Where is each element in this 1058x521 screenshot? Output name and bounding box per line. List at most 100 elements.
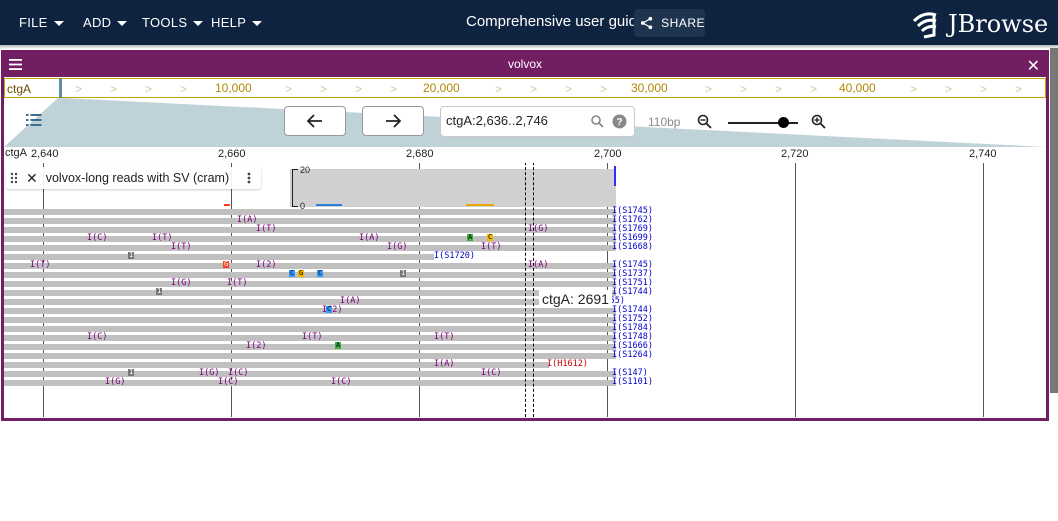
coverage-axis-tick bbox=[292, 206, 298, 207]
view-header: volvox ✕ bbox=[4, 53, 1046, 77]
zoom-in-icon[interactable] bbox=[811, 114, 826, 129]
ruler[interactable]: 2,640 2,660 2,680 2,700 2,720 2,740 ctgA bbox=[4, 147, 1046, 163]
insertion-label: I(A) bbox=[528, 260, 549, 270]
chevron-right-icon: > bbox=[355, 82, 363, 96]
deletion-marker: 1 bbox=[128, 251, 135, 259]
deletion-marker: 1 bbox=[156, 287, 163, 295]
logo-text: JBrowse bbox=[948, 10, 1049, 38]
softclip-label: I(S1668) bbox=[612, 242, 653, 252]
insertion-label: I(T) bbox=[302, 332, 323, 342]
view-name[interactable]: volvox bbox=[4, 57, 1046, 71]
file-menu-label: FILE bbox=[19, 15, 48, 30]
ruler-tick-label: 2,700 bbox=[594, 148, 622, 160]
coverage-axis-tick bbox=[292, 169, 298, 170]
zoom-slider-thumb[interactable] bbox=[778, 117, 789, 128]
mismatch-base: G bbox=[298, 269, 305, 277]
location-search-box[interactable]: ? bbox=[440, 106, 635, 137]
deletion-marker: 1 bbox=[400, 269, 407, 277]
insertion-label: I(C) bbox=[87, 233, 108, 243]
deletion-marker: 1 bbox=[128, 368, 135, 376]
chevron-right-icon: > bbox=[980, 82, 988, 96]
insertion-label: I(T) bbox=[227, 278, 248, 288]
chevron-right-icon: > bbox=[945, 82, 953, 96]
location-input[interactable] bbox=[446, 113, 586, 128]
arrow-right-icon bbox=[386, 114, 401, 128]
crosshair-coordinate: ctgA: 2691 bbox=[539, 290, 612, 308]
mismatch-base: C bbox=[317, 269, 324, 277]
track-selector-icon[interactable] bbox=[26, 113, 42, 129]
share-label: SHARE bbox=[661, 16, 705, 30]
track-label[interactable]: ✕ volvox-long reads with SV (cram) bbox=[6, 167, 261, 189]
pan-left-button[interactable] bbox=[284, 106, 346, 136]
insertion-label: I(2) bbox=[256, 260, 277, 270]
overview-tick: 10,000 bbox=[215, 81, 252, 95]
chevron-right-icon: > bbox=[600, 82, 608, 96]
arrow-left-icon bbox=[307, 114, 322, 128]
close-view-icon[interactable]: ✕ bbox=[1027, 56, 1040, 76]
chevron-right-icon: > bbox=[775, 82, 783, 96]
hardclip-label: I(H1612) bbox=[547, 359, 588, 369]
chevron-down-icon bbox=[117, 20, 128, 26]
ruler-ref-name: ctgA bbox=[5, 147, 28, 159]
mismatch-base: A bbox=[335, 341, 342, 349]
share-button[interactable]: SHARE bbox=[634, 9, 705, 37]
share-icon bbox=[640, 16, 653, 30]
close-track-icon[interactable]: ✕ bbox=[26, 170, 38, 187]
add-menu-label: ADD bbox=[83, 15, 112, 30]
mismatch-base: C bbox=[326, 305, 333, 313]
help-menu[interactable]: HELP bbox=[211, 0, 263, 45]
insertion-label: I(A) bbox=[434, 359, 455, 369]
file-menu[interactable]: FILE bbox=[19, 0, 64, 45]
insertion-label: I(G) bbox=[105, 377, 126, 387]
add-menu[interactable]: ADD bbox=[83, 0, 128, 45]
tools-menu[interactable]: TOOLS bbox=[142, 0, 204, 45]
help-icon[interactable]: ? bbox=[612, 114, 627, 129]
read[interactable] bbox=[4, 299, 584, 305]
chevron-right-icon: > bbox=[495, 82, 503, 96]
logo-icon bbox=[912, 12, 937, 39]
overview-tick: 30,000 bbox=[631, 81, 668, 95]
softclip-label: I(S1720) bbox=[434, 251, 475, 261]
zoom-out-icon[interactable] bbox=[697, 114, 712, 129]
mismatch-base: C bbox=[289, 269, 296, 277]
ruler-tick-label: 2,740 bbox=[969, 148, 997, 160]
chevron-right-icon: > bbox=[75, 82, 83, 96]
ruler-tick-label: 2,720 bbox=[781, 148, 809, 160]
ruler-tick-label: 2,680 bbox=[406, 148, 434, 160]
chevron-right-icon: > bbox=[705, 82, 713, 96]
softclip-label: I(S1264) bbox=[612, 350, 653, 360]
jbrowse-logo: JBrowse bbox=[910, 8, 1048, 40]
coverage-histogram[interactable] bbox=[290, 169, 616, 207]
insertion-label: I(G) bbox=[387, 242, 408, 252]
insertion-label: I(A) bbox=[359, 233, 380, 243]
linear-genome-view: volvox ✕ ctgA > > > > 10,000 > > > > 20,… bbox=[1, 50, 1049, 421]
track-menu-icon[interactable] bbox=[247, 172, 251, 184]
track-name: volvox-long reads with SV (cram) bbox=[45, 171, 230, 185]
insertion-label: I(C) bbox=[331, 377, 352, 387]
grid-line bbox=[983, 163, 984, 417]
softclip-label: I(S1101) bbox=[612, 377, 653, 387]
ruler-tick-label: 2,660 bbox=[218, 148, 246, 160]
grid-line bbox=[795, 163, 796, 417]
search-icon[interactable] bbox=[591, 115, 604, 128]
session-title[interactable]: Comprehensive user guide bbox=[466, 13, 645, 30]
chevron-right-icon: > bbox=[910, 82, 918, 96]
chevron-right-icon: > bbox=[320, 82, 328, 96]
read[interactable] bbox=[4, 254, 434, 260]
read[interactable] bbox=[4, 362, 549, 368]
drag-handle-icon[interactable] bbox=[10, 172, 18, 184]
svg-text:?: ? bbox=[616, 117, 622, 128]
overview-tick: 20,000 bbox=[423, 81, 460, 95]
insertion-label: I(2) bbox=[246, 341, 267, 351]
pan-right-button[interactable] bbox=[362, 106, 424, 136]
overview-ref-name: ctgA bbox=[7, 82, 32, 96]
ruler-tick-label: 2,640 bbox=[31, 148, 59, 160]
chevron-right-icon: > bbox=[145, 82, 153, 96]
overview-scalebar[interactable]: ctgA > > > > 10,000 > > > > 20,000 > > >… bbox=[4, 78, 1046, 98]
chevron-down-icon bbox=[193, 20, 204, 26]
alignments-track[interactable]: 20 0 ✕ volvox-long reads with SV (cram) bbox=[4, 163, 1046, 418]
insertion-label: I(C) bbox=[218, 377, 239, 387]
overview-visible-region[interactable] bbox=[59, 78, 62, 98]
mismatch-base: G bbox=[223, 260, 230, 268]
scrollbar[interactable] bbox=[1050, 48, 1058, 393]
